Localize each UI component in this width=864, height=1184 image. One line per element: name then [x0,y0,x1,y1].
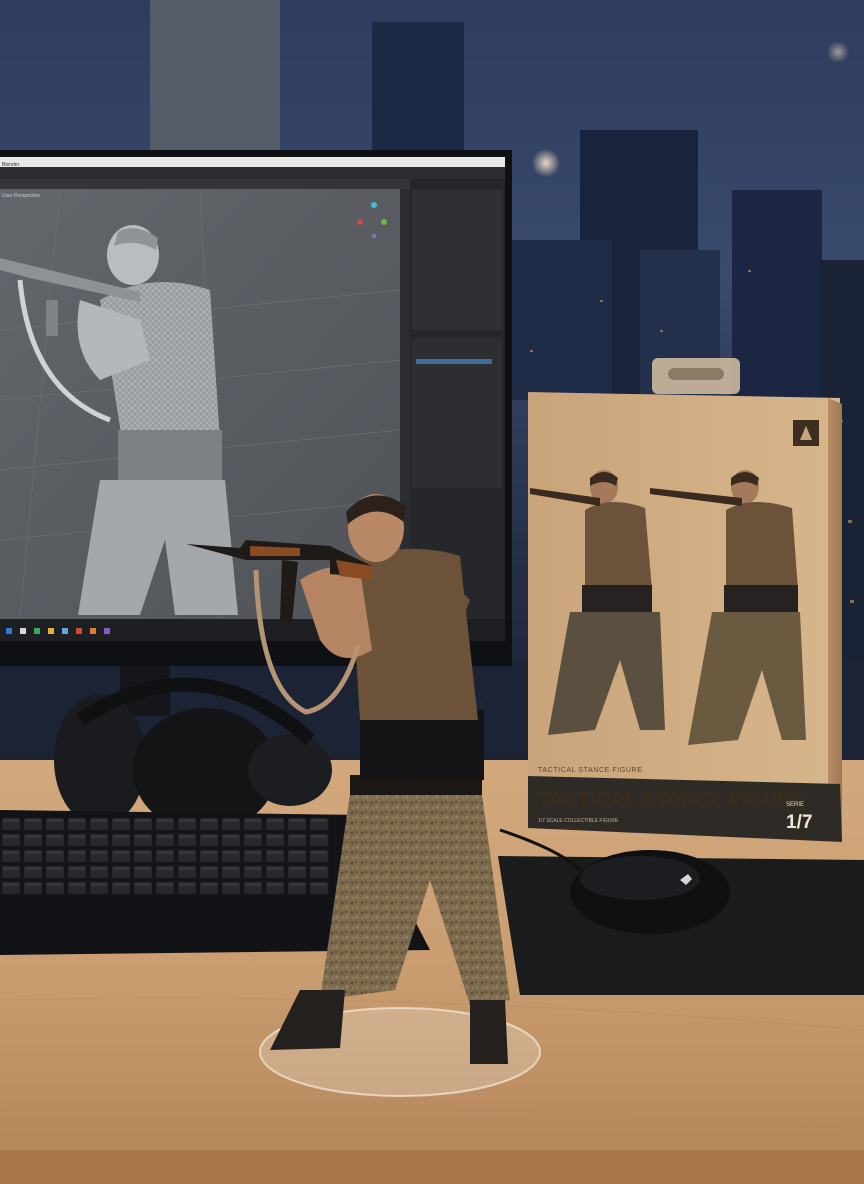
box-subtitle: TACTICAL STANCE FIGURE [538,767,643,774]
photo-scene [0,0,864,1184]
box-scale-series: SERIE [786,802,805,808]
desk-edge [0,1150,864,1184]
box-scale: 1/7 [786,812,813,833]
outliner-highlight [416,359,492,364]
menu-bar [0,167,505,179]
box-title: TACTICAL STANCE FIGURE [538,788,805,811]
building [372,22,464,162]
window-pillar [150,0,280,160]
box-fine-print: 1/7 SCALE COLLECTIBLE FIGURE [538,818,619,824]
window-title: Blender [2,162,20,168]
light-glow [827,41,849,63]
window-title-bar [0,157,505,167]
moon-glow [532,149,560,177]
building [512,240,612,400]
outliner-list [412,190,502,330]
building [732,190,822,430]
keyboard-keys [0,818,330,894]
viewport-label: User Perspective [2,193,41,199]
